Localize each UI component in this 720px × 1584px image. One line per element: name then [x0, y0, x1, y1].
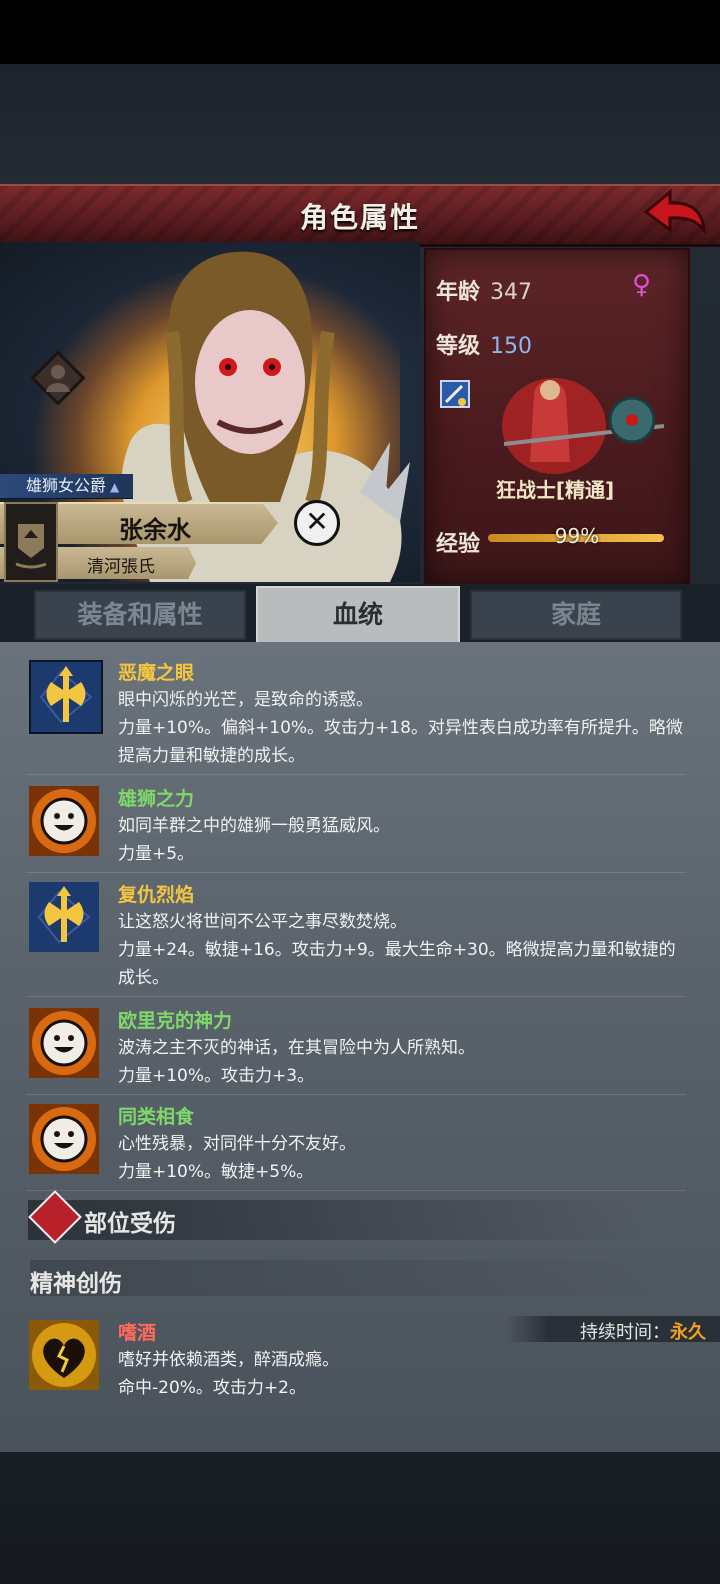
axe-icon[interactable] [29, 660, 103, 734]
mental-section-header [30, 1260, 670, 1296]
page-title: 角色属性 [299, 201, 420, 234]
smile-icon[interactable] [29, 1008, 99, 1078]
divider [26, 1094, 686, 1095]
level-value: 150 [490, 334, 533, 359]
trait-description: 让这怒火将世间不公平之事尽数焚烧。 力量+24。敏捷+16。攻击力+9。最大生命… [118, 908, 688, 992]
trauma-effect-text: 命中-20%。攻击力+2。 [118, 1378, 306, 1398]
trait-name: 复仇烈焰 [118, 884, 195, 906]
class-name: 狂战士[精通] [495, 478, 615, 502]
injury-section-title: 部位受伤 [84, 1211, 176, 1237]
trait-name: 欧里克的神力 [118, 1010, 233, 1032]
trait-name: 恶魔之眼 [118, 662, 195, 684]
trait-description: 心性残暴，对同伴十分不友好。 力量+10%。敏捷+5%。 [118, 1130, 688, 1186]
family-banner-icon[interactable] [4, 502, 58, 582]
age-value: 347 [490, 280, 533, 305]
back-arrow-icon[interactable] [640, 186, 710, 240]
age-label: 年龄 [436, 280, 481, 305]
divider [26, 872, 686, 873]
trait-effect-text: 力量+10%。偏斜+10%。攻击力+18。对异性表白成功率有所提升。略微提高力量… [118, 718, 683, 766]
noble-title: 雄狮女公爵 [26, 476, 107, 495]
trait-flavor-text: 眼中闪烁的光芒，是致命的诱惑。 [118, 690, 373, 710]
close-button[interactable]: ✕ [294, 500, 340, 546]
level-label: 等级 [436, 334, 481, 359]
age-row: 年龄 347 [436, 274, 532, 306]
exp-percent: 99% [554, 524, 600, 548]
family-name: 清河張氏 [87, 557, 155, 577]
female-gender-icon: ♀ [632, 270, 652, 300]
header-bar: 角色属性 [0, 184, 720, 247]
smile-icon[interactable] [29, 1104, 99, 1174]
level-row: 等级 150 [436, 328, 532, 360]
tab-equipment[interactable]: 装备和属性 [34, 590, 246, 640]
trait-effect-text: 力量+10%。敏捷+5%。 [118, 1162, 314, 1182]
trait-name: 雄狮之力 [118, 788, 195, 810]
divider [26, 996, 686, 997]
helmet-crest-icon [30, 350, 86, 406]
duration-text: 持续时间：永久 [580, 1318, 706, 1344]
divider [26, 774, 686, 775]
trait-effect-text: 力量+24。敏捷+16。攻击力+9。最大生命+30。略微提高力量和敏捷的成长。 [118, 940, 676, 988]
trait-name: 同类相食 [118, 1106, 195, 1128]
trauma-name: 嗜酒 [118, 1322, 157, 1344]
noble-title-tag: 雄狮女公爵 ▲ [0, 474, 134, 499]
axe-icon[interactable] [29, 882, 99, 952]
exp-label: 经验 [436, 532, 481, 557]
smile-icon[interactable] [29, 786, 99, 856]
tab-bloodline[interactable]: 血统 [256, 586, 460, 646]
trait-description: 如同羊群之中的雄狮一般勇猛威风。 力量+5。 [118, 812, 688, 868]
trait-flavor-text: 如同羊群之中的雄狮一般勇猛威风。 [118, 816, 390, 836]
trauma-flavor-text: 嗜好并依赖酒类，醉酒成瘾。 [118, 1350, 339, 1370]
trait-flavor-text: 心性残暴，对同伴十分不友好。 [118, 1134, 356, 1154]
duration-value: 永久 [670, 1322, 706, 1343]
sword-skill-icon[interactable] [440, 380, 470, 408]
broken-heart-icon[interactable] [29, 1320, 99, 1390]
trait-description: 眼中闪烁的光芒，是致命的诱惑。 力量+10%。偏斜+10%。攻击力+18。对异性… [118, 686, 688, 770]
trait-description: 波涛之主不灭的神话，在其冒险中为人所熟知。 力量+10%。攻击力+3。 [118, 1034, 688, 1090]
mental-section-title: 精神创伤 [30, 1271, 122, 1297]
berserker-class-art [502, 378, 665, 474]
trauma-description: 嗜好并依赖酒类，醉酒成瘾。 命中-20%。攻击力+2。 [118, 1346, 688, 1402]
status-bar [0, 0, 720, 64]
trait-flavor-text: 让这怒火将世间不公平之事尽数焚烧。 [118, 912, 407, 932]
trait-effect-text: 力量+10%。攻击力+3。 [118, 1066, 315, 1086]
duration-label: 持续时间： [580, 1322, 670, 1343]
character-name: 张余水 [119, 516, 191, 544]
divider [26, 1190, 686, 1191]
tab-family[interactable]: 家庭 [470, 590, 682, 640]
trait-effect-text: 力量+5。 [118, 844, 195, 864]
rank-up-icon: ▲ [110, 480, 120, 494]
trait-flavor-text: 波涛之主不灭的神话，在其冒险中为人所熟知。 [118, 1038, 475, 1058]
